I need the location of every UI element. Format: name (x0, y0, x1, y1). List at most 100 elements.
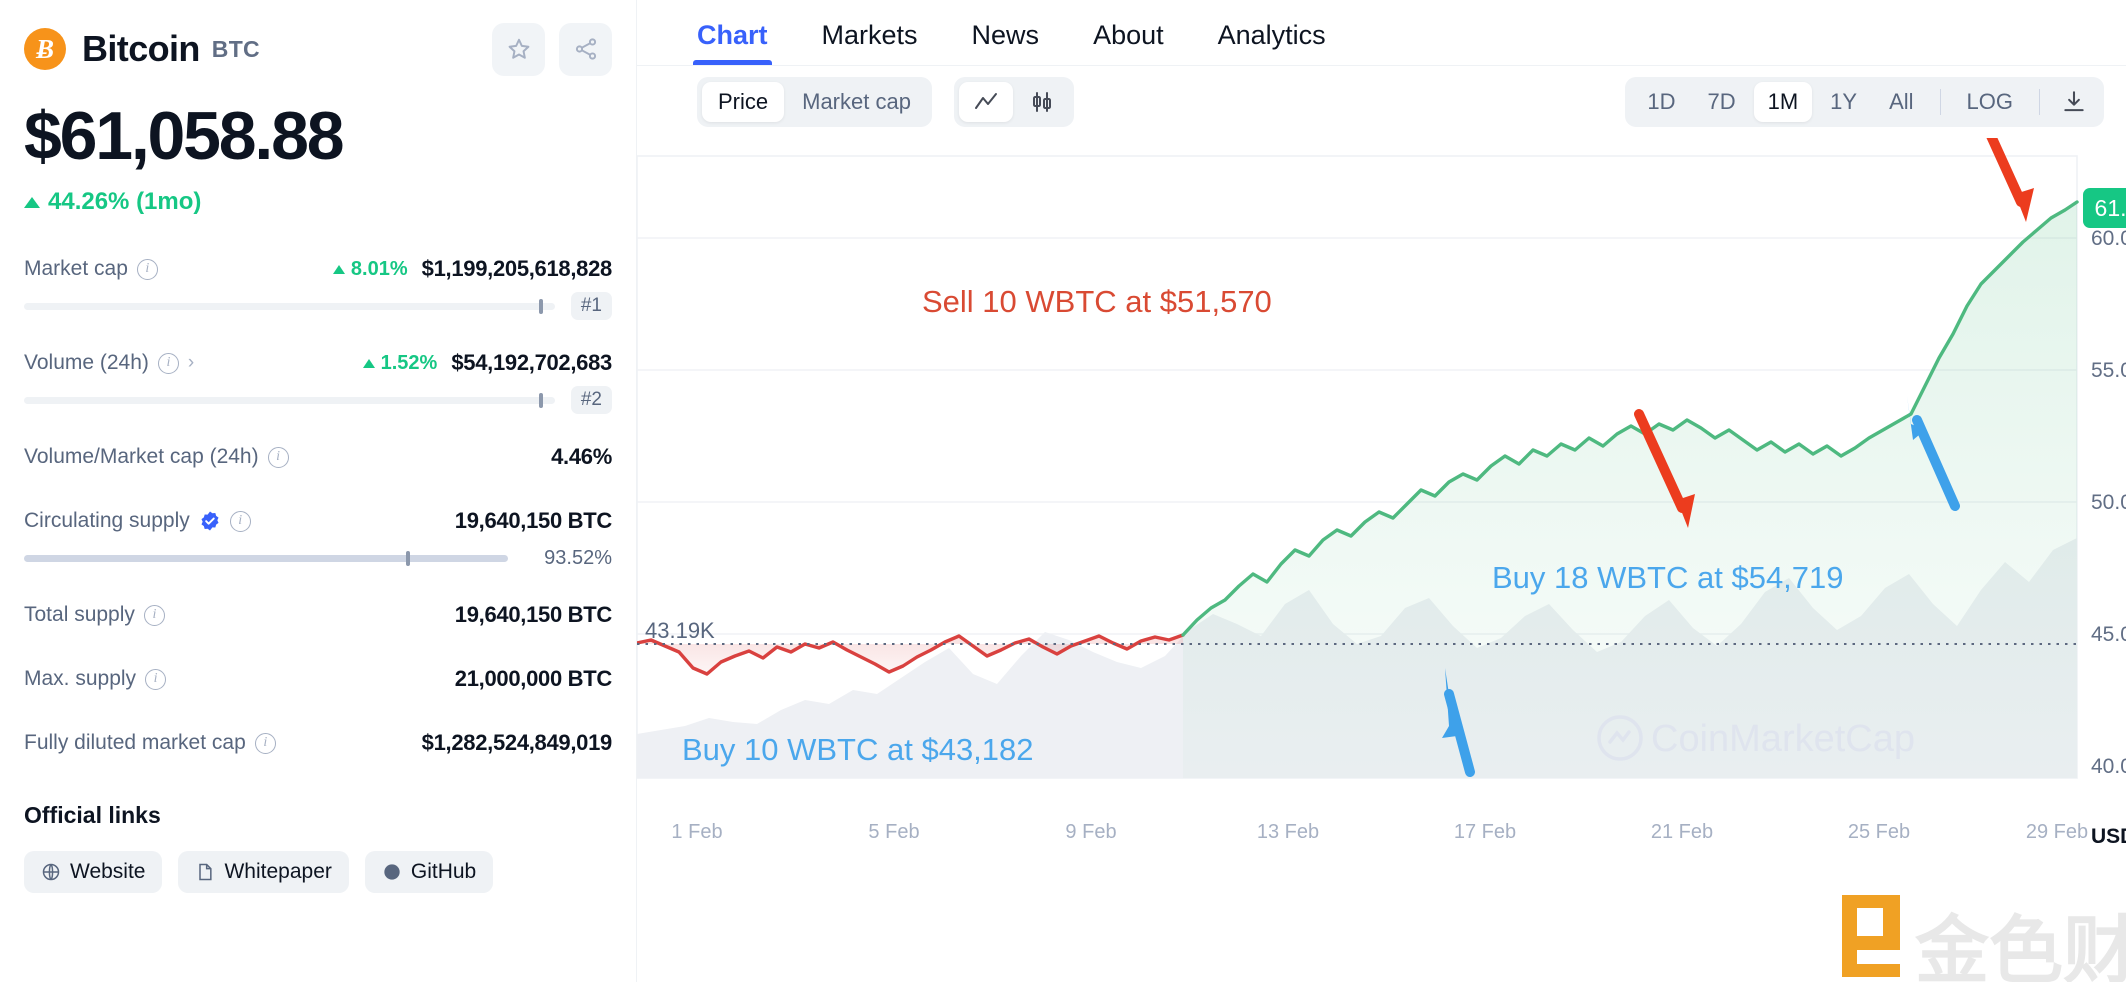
info-icon[interactable]: i (143, 604, 165, 626)
y-tick-label: 60.00K (2091, 227, 2126, 250)
annotation-buy-2-label: Buy 18 WBTC at $54,719 (1492, 560, 1844, 595)
tab-chart[interactable]: Chart (693, 20, 772, 65)
stat-value: 21,000,000 BTC (454, 666, 613, 691)
supply-percent: 93.52% (544, 546, 612, 569)
link-label: Website (70, 860, 146, 883)
favorite-button[interactable] (492, 22, 545, 76)
progress-track (24, 298, 555, 314)
stat-value: 19,640,150 BTC (454, 602, 613, 627)
x-tick-label: 29 Feb (2026, 821, 2088, 843)
chart-type-toggle (953, 77, 1074, 127)
progress-knob (538, 392, 543, 408)
log-scale-button[interactable]: LOG (1953, 82, 2027, 122)
stat-label: Fully diluted market cap i (24, 731, 276, 755)
tab-analytics[interactable]: Analytics (1218, 20, 1326, 65)
tab-news[interactable]: News (972, 20, 1040, 65)
info-icon[interactable]: i (145, 668, 167, 690)
stat-label: Max. supply i (24, 667, 167, 691)
stat-volume-24h: Volume (24h) i › 1.52% $54,192,702,683 (24, 344, 612, 382)
chart-canvas: 43.19K CoinMarketCap 60.00K 55.00K 50.00… (637, 138, 2126, 982)
stat-label: Total supply i (24, 603, 165, 627)
volume-rank-bar: #2 (24, 386, 612, 414)
y-tick-label: 50.00K (2091, 491, 2126, 514)
range-1d-button[interactable]: 1D (1633, 82, 1689, 122)
info-icon[interactable]: i (229, 510, 251, 532)
coin-detail-page: Ƀ Bitcoin BTC $61,058.88 44.26% (1mo) Ma… (0, 0, 2126, 982)
info-icon[interactable]: i (254, 732, 276, 754)
info-icon[interactable]: i (136, 258, 158, 280)
candlestick-chart-button[interactable] (1015, 82, 1069, 122)
price-change-value: 44.26% (1mo) (48, 188, 202, 215)
baseline-label: 43.19K (645, 618, 715, 643)
chevron-right-icon[interactable]: › (188, 352, 194, 374)
bitcoin-logo-icon: Ƀ (24, 28, 66, 70)
range-all-button[interactable]: All (1875, 82, 1927, 122)
line-chart-icon (974, 93, 997, 109)
stat-volume-market-cap-ratio: Volume/Market cap (24h) i 4.46% (24, 438, 612, 476)
y-tick-label: 55.00K (2091, 359, 2126, 382)
progress-track (24, 392, 555, 408)
link-label: Whitepaper (224, 860, 332, 883)
circulating-supply-bar: 93.52% (24, 546, 612, 570)
annotation-sell-2: Sell 18 WBTC at $59,477 (1249, 138, 2034, 222)
coin-stats-sidebar: Ƀ Bitcoin BTC $61,058.88 44.26% (1mo) Ma… (0, 0, 637, 982)
rank-badge: #2 (570, 386, 612, 414)
section-tabs: Chart Markets News About Analytics (637, 0, 2126, 66)
triangle-up-icon (24, 196, 40, 208)
triangle-up-icon (332, 264, 345, 274)
jinse-watermark: 金色财经 (1842, 895, 2126, 982)
x-tick-label: 13 Feb (1257, 821, 1319, 843)
annotation-sell-1-label: Sell 10 WBTC at $51,570 (922, 284, 1272, 319)
time-range-selector: 1D 7D 1M 1Y All LOG (1625, 77, 2104, 127)
link-website[interactable]: Website (24, 851, 163, 893)
divider (2039, 89, 2040, 115)
stat-change: 8.01% (332, 258, 408, 281)
share-button[interactable] (559, 22, 612, 76)
tab-markets[interactable]: Markets (822, 20, 918, 65)
link-github[interactable]: GitHub (364, 851, 494, 893)
annotation-buy-1-label: Buy 10 WBTC at $43,182 (682, 732, 1034, 767)
price-change: 44.26% (1mo) (24, 188, 612, 216)
x-tick-label: 17 Feb (1454, 821, 1516, 843)
tab-about[interactable]: About (1093, 20, 1164, 65)
x-tick-label: 25 Feb (1848, 821, 1910, 843)
chart-toolbar: Price Market cap 1D 7D 1M 1Y All LOG (637, 66, 2126, 138)
x-tick-label: 9 Feb (1065, 821, 1116, 843)
stat-total-supply: Total supply i 19,640,150 BTC (24, 596, 612, 634)
link-label: GitHub (410, 860, 477, 883)
rank-badge: #1 (570, 292, 612, 320)
range-7d-button[interactable]: 7D (1693, 82, 1749, 122)
x-tick-label: 5 Feb (868, 821, 919, 843)
info-icon[interactable]: i (157, 352, 179, 374)
range-1y-button[interactable]: 1Y (1816, 82, 1871, 122)
download-icon (2064, 91, 2084, 112)
price-chart[interactable]: 43.19K CoinMarketCap 60.00K 55.00K 50.00… (637, 138, 2126, 982)
stat-value: 19,640,150 BTC (454, 508, 613, 533)
link-whitepaper[interactable]: Whitepaper (178, 851, 349, 893)
y-axis-labels: 60.00K 55.00K 50.00K 45.00K 40.00K USD (2091, 227, 2126, 848)
y-tick-label: 40.00K (2091, 755, 2126, 778)
current-price-badge-label: 61.06K (2095, 195, 2126, 221)
stat-label: Circulating supply i (24, 509, 251, 533)
stat-label: Volume/Market cap (24h) i (24, 445, 289, 469)
header-actions (492, 22, 612, 76)
line-chart-button[interactable] (958, 82, 1013, 122)
metric-market-cap-button[interactable]: Market cap (786, 82, 927, 122)
annotation-sell-2-label: Sell 18 WBTC at $59,477 (1249, 138, 1599, 139)
stat-value: 4.46% (551, 444, 612, 469)
share-icon (575, 38, 596, 60)
y-tick-label: 45.00K (2091, 623, 2126, 646)
current-price-badge: 61.06K (2083, 188, 2126, 228)
coin-name: Bitcoin (82, 28, 200, 69)
jinse-watermark-text: 金色财经 (1915, 908, 2126, 982)
star-icon (508, 38, 529, 59)
metric-price-button[interactable]: Price (702, 82, 785, 122)
info-icon[interactable]: i (267, 446, 289, 468)
download-button[interactable] (2052, 84, 2096, 120)
coin-price: $61,058.88 (24, 98, 345, 174)
metric-toggle: Price Market cap (697, 77, 932, 127)
range-1m-button[interactable]: 1M (1753, 82, 1813, 122)
market-cap-rank-bar: #1 (24, 292, 612, 320)
triangle-up-icon (362, 358, 375, 368)
github-icon (384, 864, 400, 880)
